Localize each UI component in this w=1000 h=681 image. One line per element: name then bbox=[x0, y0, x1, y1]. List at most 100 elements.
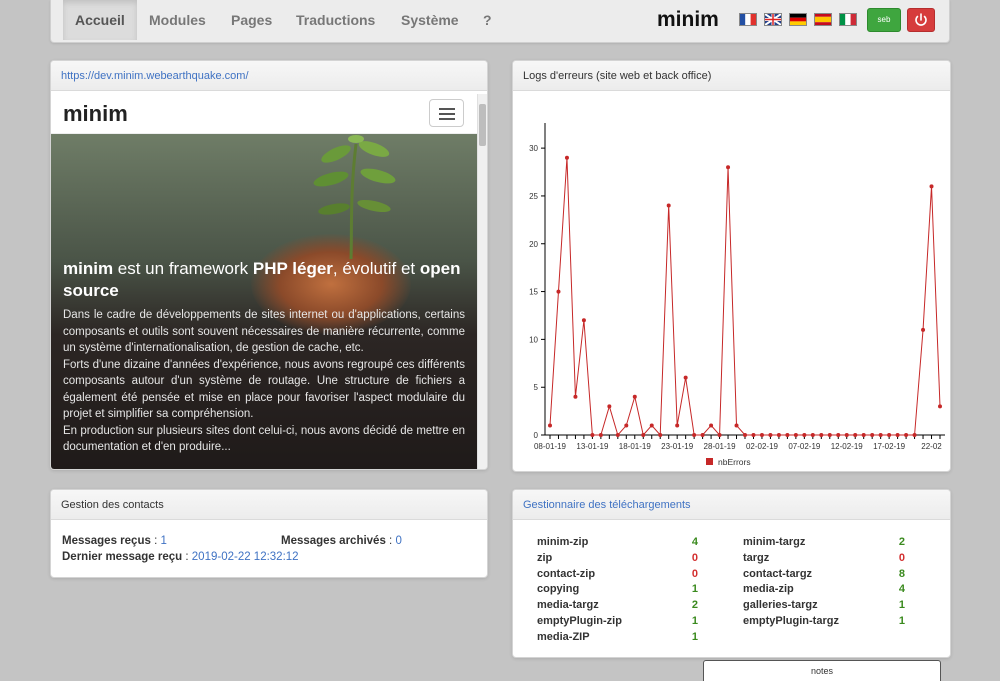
download-name[interactable]: media-targz bbox=[537, 599, 599, 611]
data-point bbox=[793, 433, 798, 437]
site-url-link[interactable]: https://dev.minim.webearthquake.com/ bbox=[51, 61, 487, 91]
preview-scrollbar[interactable] bbox=[477, 94, 487, 469]
data-point bbox=[624, 423, 629, 428]
nav-help[interactable]: ? bbox=[471, 0, 504, 40]
site-preview-panel: https://dev.minim.webearthquake.com/ min… bbox=[50, 60, 488, 470]
nav-accueil[interactable]: Accueil bbox=[63, 0, 137, 40]
data-point bbox=[734, 423, 739, 428]
download-name[interactable]: emptyPlugin-zip bbox=[537, 615, 622, 627]
hamburger-menu-icon[interactable] bbox=[429, 99, 464, 127]
download-name[interactable]: media-zip bbox=[743, 583, 794, 595]
data-point bbox=[751, 433, 756, 437]
plant-image bbox=[313, 135, 396, 259]
download-count: 0 bbox=[691, 551, 698, 564]
data-point bbox=[658, 433, 663, 437]
minim-logo[interactable]: minim bbox=[657, 8, 729, 30]
data-point bbox=[819, 433, 824, 437]
data-point bbox=[632, 394, 637, 399]
messages-archived: Messages archivés : 0 bbox=[281, 535, 402, 547]
data-point bbox=[870, 433, 875, 437]
nav-modules[interactable]: Modules bbox=[137, 0, 218, 40]
top-navbar: Accueil Modules Pages Traductions Systèm… bbox=[50, 0, 950, 43]
data-point bbox=[802, 433, 807, 437]
data-point bbox=[649, 423, 654, 428]
messages-received-link[interactable]: 1 bbox=[160, 535, 166, 547]
last-message-link[interactable]: 2019-02-22 12:32:12 bbox=[192, 551, 299, 563]
data-point bbox=[878, 433, 883, 437]
x-tick-label: 13-01-19 bbox=[576, 442, 609, 451]
flag-it-icon[interactable] bbox=[839, 13, 857, 26]
flag-fr-icon[interactable] bbox=[739, 13, 757, 26]
data-point bbox=[590, 433, 595, 437]
preview-header: minim bbox=[51, 94, 477, 134]
flag-en-icon[interactable] bbox=[764, 13, 782, 26]
data-point bbox=[759, 433, 764, 437]
data-point bbox=[836, 433, 841, 437]
downloads-title[interactable]: Gestionnaire des téléchargements bbox=[513, 490, 950, 520]
download-name[interactable]: targz bbox=[743, 552, 769, 564]
preview-scroll-thumb[interactable] bbox=[479, 104, 486, 146]
hero-title: minim est un framework PHP léger, évolut… bbox=[63, 259, 461, 300]
download-name[interactable]: emptyPlugin-targz bbox=[743, 615, 839, 627]
notes-tab[interactable]: notes bbox=[703, 660, 941, 681]
contacts-title: Gestion des contacts bbox=[51, 490, 487, 520]
site-preview-frame[interactable]: minim minim est un framework PHP léger, … bbox=[51, 94, 477, 469]
nav-systeme[interactable]: Système bbox=[389, 0, 471, 40]
nav-pages[interactable]: Pages bbox=[219, 0, 284, 40]
download-count: 1 bbox=[898, 599, 905, 612]
legend-label: nbErrors bbox=[718, 457, 751, 467]
data-point bbox=[810, 433, 815, 437]
data-point bbox=[912, 433, 917, 437]
y-tick-label: 10 bbox=[529, 335, 538, 344]
download-name[interactable]: media-ZIP bbox=[537, 631, 590, 643]
data-point bbox=[709, 423, 714, 428]
data-point bbox=[700, 433, 705, 437]
flag-es-icon[interactable] bbox=[814, 13, 832, 26]
hero-description: Dans le cadre de développements de sites… bbox=[63, 309, 465, 453]
hero-section: minim est un framework PHP léger, évolut… bbox=[51, 134, 477, 469]
data-point bbox=[785, 433, 790, 437]
svg-text:minim: minim bbox=[63, 102, 128, 126]
data-point bbox=[607, 404, 612, 409]
download-count: 0 bbox=[691, 567, 698, 580]
download-name[interactable]: minim-targz bbox=[743, 536, 805, 548]
download-name[interactable]: zip bbox=[537, 552, 552, 564]
x-tick-label: 12-02-19 bbox=[831, 442, 864, 451]
x-tick-label: 07-02-19 bbox=[788, 442, 821, 451]
data-point bbox=[581, 318, 586, 323]
data-point bbox=[921, 327, 926, 332]
messages-archived-link[interactable]: 0 bbox=[395, 535, 401, 547]
user-button[interactable]: seb bbox=[867, 8, 901, 32]
logout-button[interactable] bbox=[907, 8, 935, 32]
data-point bbox=[717, 433, 722, 437]
download-count: 4 bbox=[898, 583, 905, 596]
nav-traductions[interactable]: Traductions bbox=[284, 0, 387, 40]
legend-swatch bbox=[706, 458, 713, 465]
error-chart: 0 5 10 15 20 25 30 08-01-19 13-01-19 18-01-19 23-0… bbox=[529, 123, 945, 467]
x-tick-label: 08-01-19 bbox=[534, 442, 567, 451]
data-point bbox=[641, 433, 646, 437]
data-point bbox=[564, 155, 569, 160]
download-name[interactable]: galleries-targz bbox=[743, 599, 818, 611]
flag-de-icon[interactable] bbox=[789, 13, 807, 26]
download-name[interactable]: copying bbox=[537, 583, 579, 595]
download-name[interactable]: contact-targz bbox=[743, 568, 812, 580]
x-tick-label: 28-01-19 bbox=[704, 442, 737, 451]
download-count: 4 bbox=[691, 536, 698, 548]
download-name[interactable]: minim-zip bbox=[537, 536, 588, 548]
svg-text:minim: minim bbox=[657, 8, 719, 30]
x-tick-label: 18-01-19 bbox=[619, 442, 652, 451]
data-point bbox=[556, 289, 561, 294]
error-logs-title: Logs d'erreurs (site web et back office) bbox=[513, 61, 950, 91]
data-point bbox=[598, 433, 603, 437]
data-point bbox=[904, 433, 909, 437]
download-count: 1 bbox=[691, 615, 698, 627]
download-name[interactable]: contact-zip bbox=[537, 568, 595, 580]
download-count: 8 bbox=[898, 567, 905, 580]
data-point bbox=[573, 394, 578, 399]
x-tick-label: 22-02 bbox=[921, 442, 942, 451]
preview-logo[interactable]: minim bbox=[63, 102, 143, 126]
y-tick-label: 5 bbox=[534, 383, 539, 392]
data-point bbox=[895, 433, 900, 437]
last-message: Dernier message reçu : 2019-02-22 12:32:… bbox=[62, 551, 299, 563]
